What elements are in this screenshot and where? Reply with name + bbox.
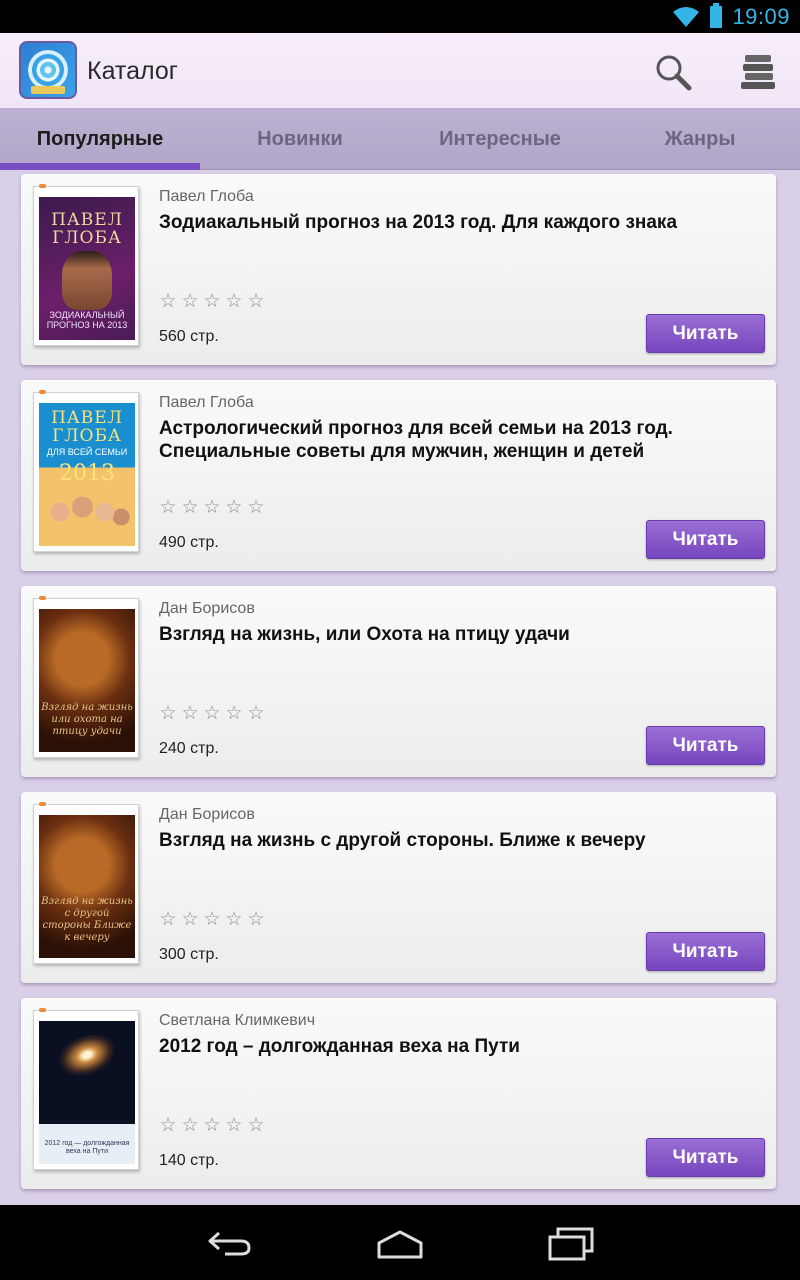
star-icon[interactable]: ☆ bbox=[181, 704, 199, 723]
rating-stars[interactable]: ☆ ☆ ☆ ☆ ☆ bbox=[159, 704, 265, 723]
book-card[interactable]: ПАВЕЛ ГЛОБА ДЛЯ ВСЕЙ СЕМЬИ 2013 Павел Гло… bbox=[21, 380, 776, 571]
star-icon[interactable]: ☆ bbox=[247, 498, 265, 517]
book-author: Павел Глоба bbox=[159, 188, 254, 205]
rating-stars[interactable]: ☆ ☆ ☆ ☆ ☆ bbox=[159, 1116, 265, 1135]
star-icon[interactable]: ☆ bbox=[225, 292, 243, 311]
book-title[interactable]: 2012 год – долгожданная веха на Пути bbox=[159, 1035, 759, 1058]
home-icon[interactable] bbox=[375, 1223, 425, 1263]
star-icon[interactable]: ☆ bbox=[203, 910, 221, 929]
cover-subtitle: Взгляд на жизнь с другой стороны Ближе к… bbox=[41, 896, 133, 943]
spiral-app-icon[interactable] bbox=[19, 41, 77, 99]
star-icon[interactable]: ☆ bbox=[159, 498, 177, 517]
star-icon[interactable]: ☆ bbox=[159, 292, 177, 311]
book-author: Павел Глоба bbox=[159, 394, 254, 411]
star-icon[interactable]: ☆ bbox=[203, 704, 221, 723]
status-bar: 19:09 bbox=[0, 0, 800, 33]
book-cover[interactable]: Взгляд на жизнь с другой стороны Ближе к… bbox=[33, 802, 139, 964]
cover-year: 2013 bbox=[59, 461, 115, 486]
rating-stars[interactable]: ☆ ☆ ☆ ☆ ☆ bbox=[159, 292, 265, 311]
star-icon[interactable]: ☆ bbox=[247, 704, 265, 723]
read-button[interactable]: Читать bbox=[646, 520, 765, 559]
tab-interesting[interactable]: Интересные bbox=[400, 108, 600, 170]
status-clock: 19:09 bbox=[732, 3, 790, 29]
book-cover[interactable]: ПАВЕЛ ГЛОБА ДЛЯ ВСЕЙ СЕМЬИ 2013 bbox=[33, 390, 139, 552]
read-button[interactable]: Читать bbox=[646, 1138, 765, 1177]
star-icon[interactable]: ☆ bbox=[159, 910, 177, 929]
book-title[interactable]: Взгляд на жизнь с другой стороны. Ближе … bbox=[159, 829, 759, 852]
cover-subtitle: Взгляд на жизнь или охота на птицу удачи bbox=[41, 702, 133, 737]
wifi-icon bbox=[673, 6, 700, 27]
star-icon[interactable]: ☆ bbox=[203, 498, 221, 517]
cover-subtitle: ДЛЯ ВСЕЙ СЕМЬИ bbox=[46, 447, 128, 457]
book-card[interactable]: 2012 год — долгожданная веха на Пути Све… bbox=[21, 998, 776, 1189]
page-title: Каталог bbox=[87, 57, 178, 85]
star-icon[interactable]: ☆ bbox=[203, 1116, 221, 1135]
star-icon[interactable]: ☆ bbox=[247, 910, 265, 929]
star-icon[interactable]: ☆ bbox=[159, 704, 177, 723]
star-icon[interactable]: ☆ bbox=[247, 292, 265, 311]
tab-new[interactable]: Новинки bbox=[200, 108, 400, 170]
cover-subtitle: ЗОДИАКАЛЬНЫЙ ПРОГНОЗ НА 2013 bbox=[46, 310, 128, 330]
book-title[interactable]: Зодиакальный прогноз на 2013 год. Для ка… bbox=[159, 211, 759, 234]
book-author: Дан Борисов bbox=[159, 806, 255, 823]
cover-subtitle: 2012 год — долгожданная веха на Пути bbox=[44, 1140, 130, 1155]
star-icon[interactable]: ☆ bbox=[247, 1116, 265, 1135]
search-icon[interactable] bbox=[652, 51, 694, 93]
cover-title: ПАВЕЛ ГЛОБА bbox=[51, 210, 123, 248]
page-count: 560 стр. bbox=[159, 328, 219, 345]
page-count: 300 стр. bbox=[159, 946, 219, 963]
star-icon[interactable]: ☆ bbox=[159, 1116, 177, 1135]
star-icon[interactable]: ☆ bbox=[181, 910, 199, 929]
star-icon[interactable]: ☆ bbox=[225, 1116, 243, 1135]
star-icon[interactable]: ☆ bbox=[203, 292, 221, 311]
rating-stars[interactable]: ☆ ☆ ☆ ☆ ☆ bbox=[159, 498, 265, 517]
book-card[interactable]: Взгляд на жизнь или охота на птицу удачи… bbox=[21, 586, 776, 777]
page-count: 140 стр. bbox=[159, 1152, 219, 1169]
book-author: Светлана Климкевич bbox=[159, 1012, 316, 1029]
book-title[interactable]: Взгляд на жизнь, или Охота на птицу удач… bbox=[159, 623, 759, 646]
star-icon[interactable]: ☆ bbox=[225, 704, 243, 723]
read-button[interactable]: Читать bbox=[646, 314, 765, 353]
book-card[interactable]: ПАВЕЛ ГЛОБА ЗОДИАКАЛЬНЫЙ ПРОГНОЗ НА 2013 … bbox=[21, 174, 776, 365]
book-card[interactable]: Взгляд на жизнь с другой стороны Ближе к… bbox=[21, 792, 776, 983]
star-icon[interactable]: ☆ bbox=[225, 498, 243, 517]
star-icon[interactable]: ☆ bbox=[181, 498, 199, 517]
recents-icon[interactable] bbox=[546, 1223, 596, 1263]
book-title[interactable]: Астрологический прогноз для всей семьи н… bbox=[159, 417, 759, 463]
page-count: 240 стр. bbox=[159, 740, 219, 757]
rating-stars[interactable]: ☆ ☆ ☆ ☆ ☆ bbox=[159, 910, 265, 929]
book-author: Дан Борисов bbox=[159, 600, 255, 617]
battery-icon bbox=[710, 2, 723, 28]
read-button[interactable]: Читать bbox=[646, 726, 765, 765]
back-icon[interactable] bbox=[205, 1223, 255, 1263]
star-icon[interactable]: ☆ bbox=[181, 1116, 199, 1135]
page-count: 490 стр. bbox=[159, 534, 219, 551]
book-cover[interactable]: ПАВЕЛ ГЛОБА ЗОДИАКАЛЬНЫЙ ПРОГНОЗ НА 2013 bbox=[33, 184, 139, 346]
tab-popular[interactable]: Популярные bbox=[0, 108, 200, 170]
tab-bar: Популярные Новинки Интересные Жанры bbox=[0, 108, 800, 170]
cover-title: ПАВЕЛ ГЛОБА bbox=[51, 408, 123, 446]
book-cover[interactable]: Взгляд на жизнь или охота на птицу удачи bbox=[33, 596, 139, 758]
library-icon[interactable] bbox=[737, 51, 779, 93]
star-icon[interactable]: ☆ bbox=[181, 292, 199, 311]
star-icon[interactable]: ☆ bbox=[225, 910, 243, 929]
read-button[interactable]: Читать bbox=[646, 932, 765, 971]
book-cover[interactable]: 2012 год — долгожданная веха на Пути bbox=[33, 1008, 139, 1170]
book-list[interactable]: ПАВЕЛ ГЛОБА ЗОДИАКАЛЬНЫЙ ПРОГНОЗ НА 2013 … bbox=[0, 170, 800, 1205]
tab-genres[interactable]: Жанры bbox=[600, 108, 800, 170]
navigation-bar bbox=[0, 1205, 800, 1280]
action-bar: Каталог bbox=[0, 33, 800, 108]
